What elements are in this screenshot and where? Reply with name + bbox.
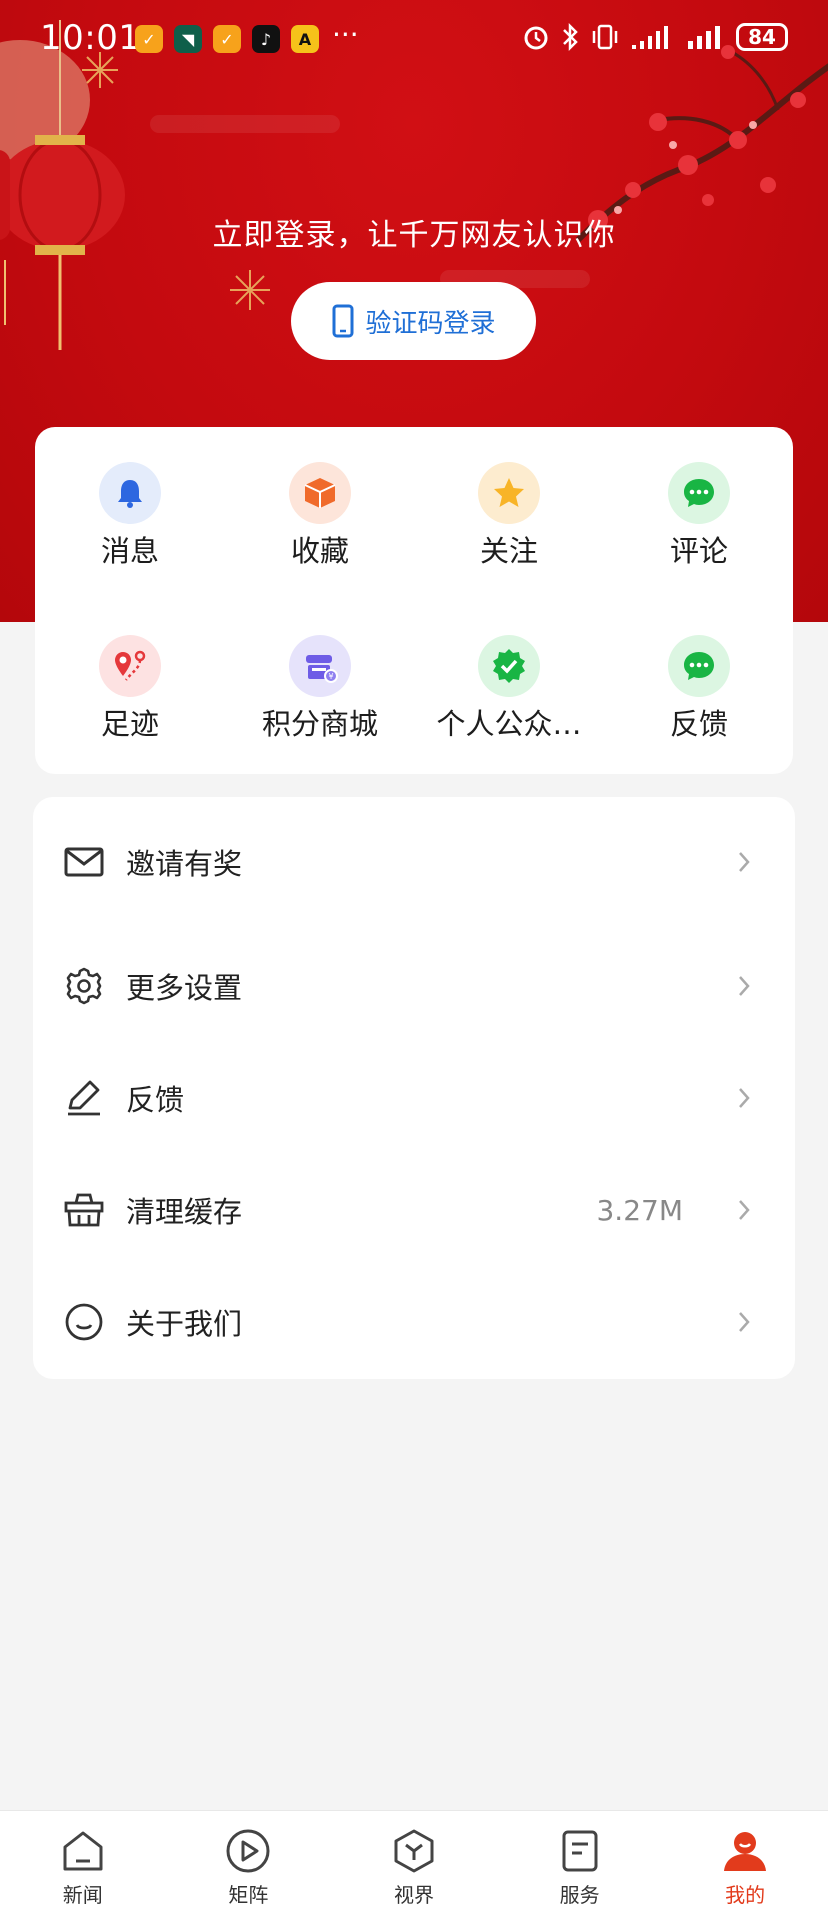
quick-action-label: 评论 (669, 534, 728, 568)
login-slogan: 立即登录，让千万网友认识你 (212, 218, 616, 253)
quick-action-label: 收藏 (290, 534, 349, 568)
home-icon (63, 1831, 103, 1871)
tab-label: 矩阵 (228, 1883, 269, 1907)
verified-icon (478, 635, 540, 697)
quick-action-label: 个人公众… (436, 707, 582, 741)
menu-item-about-us[interactable]: 关于我们 (33, 1272, 795, 1372)
svg-text:¥: ¥ (328, 672, 333, 681)
pencil-icon (63, 1077, 105, 1119)
tab-label: 服务 (559, 1883, 600, 1907)
alarm-icon (524, 26, 548, 50)
box-icon (289, 462, 351, 524)
quick-action-label: 反馈 (669, 707, 728, 741)
chevron-right-icon (737, 847, 755, 877)
battery-icon: 84 (736, 23, 788, 51)
quick-action-comments[interactable]: 评论 (624, 462, 774, 592)
tiktok-icon: ♪ (252, 25, 280, 53)
quick-action-points-mall[interactable]: ¥ 积分商城 (245, 635, 395, 765)
document-icon (562, 1830, 598, 1872)
cube-icon (394, 1829, 434, 1873)
quick-action-label: 关注 (479, 534, 538, 568)
tab-matrix[interactable]: 矩阵 (166, 1811, 332, 1921)
bell-icon (99, 462, 161, 524)
menu-list-card: 邀请有奖 更多设置 反馈 清理缓存 3.27M 关于我们 (33, 797, 795, 1379)
quick-action-official-account[interactable]: 个人公众… (434, 635, 584, 765)
tab-label: 新闻 (62, 1883, 103, 1907)
menu-item-feedback[interactable]: 反馈 (33, 1048, 795, 1148)
more-notifications-icon: ··· (332, 18, 359, 51)
quick-action-feedback[interactable]: 反馈 (624, 635, 774, 765)
orange-app-icon: ✓ (135, 25, 163, 53)
tab-mine[interactable]: 我的 (662, 1811, 828, 1921)
star-icon (478, 462, 540, 524)
battery-level: 84 (748, 25, 776, 49)
menu-item-label: 关于我们 (126, 1307, 243, 1341)
yellow-app-icon: A (291, 25, 319, 53)
tab-vision[interactable]: 视界 (331, 1811, 497, 1921)
menu-item-more-settings[interactable]: 更多设置 (33, 936, 795, 1036)
chat-icon (668, 635, 730, 697)
smile-icon (63, 1301, 105, 1343)
bottom-tab-bar: 新闻 矩阵 视界 服务 我的 (0, 1810, 828, 1921)
tab-news[interactable]: 新闻 (0, 1811, 166, 1921)
chevron-right-icon (737, 971, 755, 1001)
chevron-right-icon (737, 1307, 755, 1337)
status-bar: 10:01 ✓ ◥ ✓ ♪ A ··· 84 (0, 0, 828, 78)
login-button-label: 验证码登录 (365, 308, 496, 339)
cache-size-value: 3.27M (596, 1193, 683, 1227)
tab-services[interactable]: 服务 (497, 1811, 663, 1921)
profile-icon (724, 1832, 767, 1871)
chevron-right-icon (737, 1195, 755, 1225)
quick-action-label: 足迹 (100, 707, 159, 741)
store-icon: ¥ (289, 635, 351, 697)
menu-item-label: 邀请有奖 (126, 847, 243, 881)
mail-icon (63, 841, 105, 883)
quick-action-label: 消息 (100, 534, 159, 568)
phone-icon (332, 304, 354, 338)
quick-actions-card: 消息 收藏 关注 评论 足迹 ¥ 积分商城 个人公众… 反馈 (35, 427, 793, 774)
menu-item-invite[interactable]: 邀请有奖 (33, 812, 795, 912)
chat-icon (668, 462, 730, 524)
basket-icon (63, 1189, 105, 1231)
status-time: 10:01 (40, 18, 141, 58)
green-app-icon: ◥ (174, 25, 202, 53)
gear-icon (63, 965, 105, 1007)
chevron-right-icon (737, 1083, 755, 1113)
tab-label: 我的 (725, 1883, 766, 1907)
menu-item-clear-cache[interactable]: 清理缓存 3.27M (33, 1160, 795, 1260)
notification-app-icons: ✓ ◥ ✓ ♪ A (135, 25, 319, 53)
verification-code-login-button[interactable]: 验证码登录 (291, 282, 536, 360)
location-icon (99, 635, 161, 697)
orange-app-icon-2: ✓ (213, 25, 241, 53)
system-status-icons: 84 (522, 22, 788, 52)
vibrate-icon (592, 24, 618, 50)
bluetooth-icon (563, 22, 578, 52)
quick-action-footprints[interactable]: 足迹 (55, 635, 205, 765)
signal-icon-2 (688, 26, 720, 49)
quick-action-label: 积分商城 (261, 707, 378, 741)
menu-item-label: 更多设置 (126, 971, 243, 1005)
quick-action-favorites[interactable]: 收藏 (245, 462, 395, 592)
play-icon (226, 1829, 270, 1873)
firework-decoration-icon-2 (230, 270, 270, 310)
signal-icon (632, 26, 668, 49)
quick-action-messages[interactable]: 消息 (55, 462, 205, 592)
menu-item-label: 反馈 (126, 1083, 185, 1117)
quick-action-follow[interactable]: 关注 (434, 462, 584, 592)
menu-item-label: 清理缓存 (126, 1195, 243, 1229)
tab-label: 视界 (393, 1883, 434, 1907)
